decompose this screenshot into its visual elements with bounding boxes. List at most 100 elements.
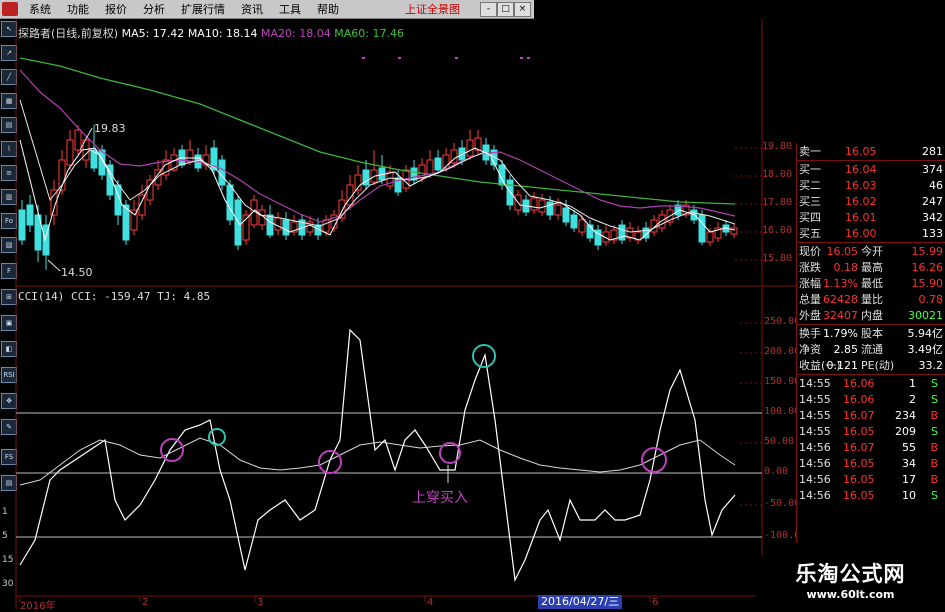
stat-value: 32407	[823, 309, 858, 322]
candle-body	[274, 217, 282, 231]
tj-line	[19, 437, 736, 486]
cci-tick-250: 250.00	[764, 316, 801, 327]
cci-name: CCI(14)	[18, 290, 65, 303]
low-label: 14.50	[61, 266, 93, 279]
ma10-value: MA10: 18.14	[187, 27, 258, 40]
candle-body	[266, 214, 274, 236]
cross-circle-2	[208, 428, 226, 446]
x-label-jun: 6	[652, 597, 659, 608]
stat-value: 0.78	[918, 293, 944, 306]
trade-time: 14:56	[799, 441, 831, 454]
price-tick-1: 19.00	[762, 141, 793, 152]
stat-label: 现价	[799, 245, 821, 258]
candle-body	[282, 219, 290, 236]
price-tick-4: 16.00	[762, 225, 793, 236]
cci-tick-150: 150.00	[764, 376, 801, 387]
stat-row: 涨幅 1.13% 最低 15.90	[797, 276, 945, 292]
fundamental-label: 净资	[799, 343, 821, 356]
fundamental-value: 3.49亿	[907, 343, 944, 356]
stat-value: 16.26	[911, 261, 944, 274]
stat-value: 1.13%	[823, 277, 858, 290]
trade-volume: 34	[902, 457, 916, 470]
candle-body	[578, 219, 586, 233]
stat-row: 现价 16.05 今开 15.99	[797, 244, 945, 260]
trade-side: B	[930, 441, 938, 454]
fundamental-label: 流通	[861, 343, 883, 356]
stat-label: 最低	[861, 277, 883, 290]
ma20-line	[19, 69, 736, 223]
orderbook-volume: 374	[922, 163, 943, 176]
orderbook-label: 买三	[799, 195, 821, 208]
stock-title: 探路者(日线,前复权)	[18, 27, 119, 40]
stat-value: 15.99	[911, 245, 944, 258]
orderbook-volume: 46	[929, 179, 943, 192]
cci-tick-100: 100.00	[764, 406, 801, 417]
panel-divider	[797, 160, 945, 161]
trade-side: B	[930, 409, 938, 422]
fundamental-row: 净资 2.85 流通 3.49亿	[797, 342, 945, 358]
fundamental-label: 股本	[861, 327, 883, 340]
stat-value: 30021	[908, 309, 943, 322]
orderbook-label: 卖一	[799, 145, 821, 158]
stat-value: 0.18	[833, 261, 859, 274]
candle-body	[74, 129, 82, 151]
stat-label: 涨跌	[799, 261, 821, 274]
cci-value: CCI: -159.47	[70, 290, 151, 303]
candle-body	[538, 199, 546, 213]
orderbook-price: 16.04	[845, 163, 877, 176]
trade-row: 14:56 16.07 55 B	[797, 440, 945, 456]
stat-row: 涨跌 0.18 最高 16.26	[797, 260, 945, 276]
trade-row: 14:56 16.05 34 B	[797, 456, 945, 472]
panel-divider	[797, 374, 945, 375]
trade-price: 16.05	[843, 489, 875, 502]
price-tick-3: 17.00	[762, 197, 793, 208]
stat-label: 涨幅	[799, 277, 821, 290]
orderbook-volume: 342	[922, 211, 943, 224]
fundamental-value: 33.2	[918, 359, 944, 372]
orderbook-row: 买三 16.02 247	[797, 194, 945, 210]
fundamental-label: 换手	[799, 327, 821, 340]
orderbook-price: 16.01	[845, 211, 877, 224]
buy-annotation: 上穿买入	[412, 490, 468, 506]
trade-volume: 17	[902, 473, 916, 486]
candle-body	[554, 204, 562, 216]
stat-label: 今开	[861, 245, 883, 258]
trade-volume: 209	[895, 425, 916, 438]
cci-tick-50: 50.00	[764, 436, 795, 447]
cross-circle-1	[160, 438, 184, 462]
fundamental-row: 收益(一) 0.121 PE(动) 33.2	[797, 358, 945, 374]
cci-tick-0: 0.00	[764, 466, 789, 477]
trade-time: 14:56	[799, 473, 831, 486]
trade-price: 16.05	[843, 473, 875, 486]
trade-volume: 55	[902, 441, 916, 454]
trade-price: 16.06	[843, 393, 875, 406]
trade-volume: 234	[895, 409, 916, 422]
stat-label: 总量	[799, 293, 821, 306]
ma20-value: MA20: 18.04	[261, 27, 331, 40]
candle-body	[226, 184, 234, 221]
candle-body	[218, 159, 226, 186]
trade-volume: 2	[909, 393, 916, 406]
trade-side: B	[930, 473, 938, 486]
orderbook-volume: 247	[922, 195, 943, 208]
ma60-value: MA60: 17.46	[334, 27, 404, 40]
stat-label: 量比	[861, 293, 883, 306]
candle-body	[706, 231, 714, 243]
orderbook-price: 16.05	[845, 145, 877, 158]
trade-price: 16.07	[843, 409, 875, 422]
orderbook-volume: 133	[922, 227, 943, 240]
trade-price: 16.06	[843, 377, 875, 390]
candle-body	[18, 209, 26, 241]
trade-time: 14:55	[799, 425, 831, 438]
trade-row: 14:55 16.07 234 B	[797, 408, 945, 424]
x-label-feb: 2	[142, 597, 149, 608]
ma5-value: MA5: 17.42	[121, 27, 185, 40]
orderbook-label: 买二	[799, 179, 821, 192]
trade-row: 14:55 16.06 2 S	[797, 392, 945, 408]
stat-row: 总量 62428 量比 0.78	[797, 292, 945, 308]
orderbook-label: 买一	[799, 163, 821, 176]
trade-price: 16.07	[843, 441, 875, 454]
candle-body	[26, 204, 34, 226]
trade-side: S	[931, 425, 938, 438]
price-tick-5: 15.00	[762, 253, 793, 264]
